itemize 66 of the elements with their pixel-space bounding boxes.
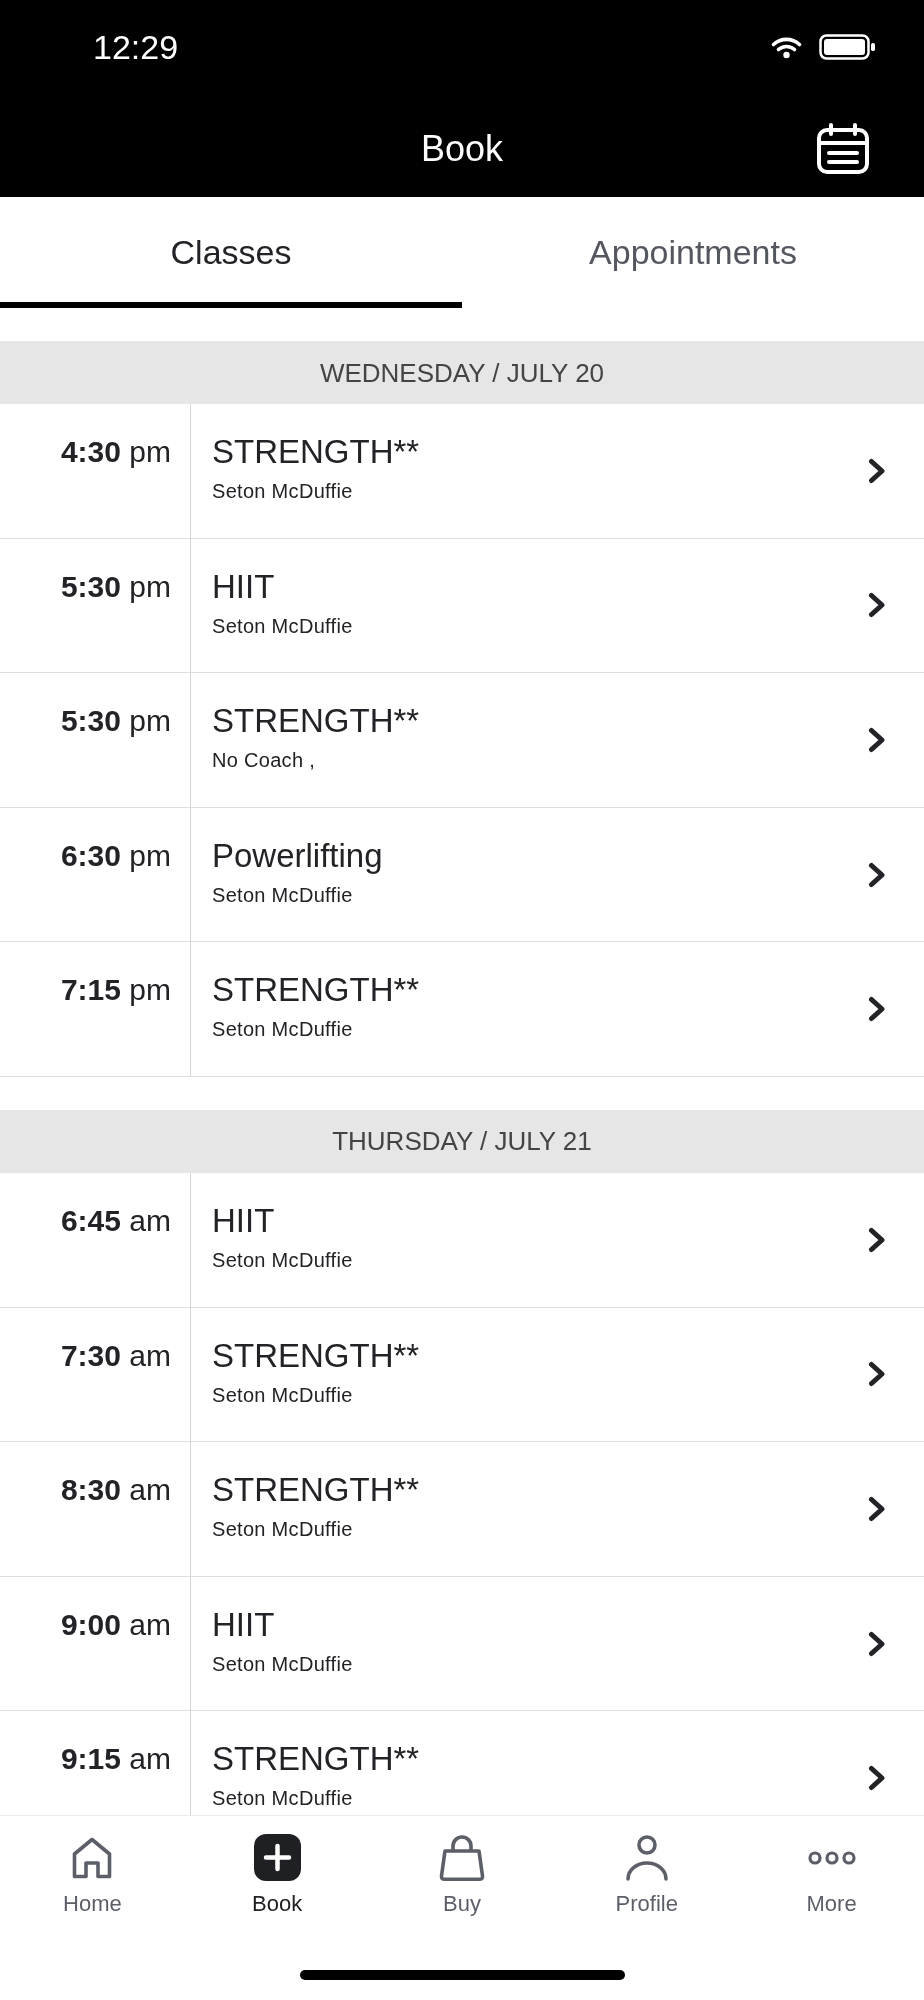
class-time: 6:45 am xyxy=(60,1203,171,1237)
class-row[interactable]: 7:15 pm STRENGTH** Seton McDuffie xyxy=(0,942,924,1077)
coach-name: Seton McDuffie xyxy=(212,1382,353,1407)
screen-title: Book xyxy=(420,126,504,171)
class-time: 5:30 pm xyxy=(60,704,171,738)
nav-tab[interactable]: Profile xyxy=(554,1816,740,1917)
class-time: 4:30 pm xyxy=(60,435,171,468)
class-name: STRENGTH** xyxy=(212,701,420,742)
class-name: HIIT xyxy=(212,1200,275,1241)
class-row[interactable]: 7:30 am STRENGTH** Seton McDuffie xyxy=(0,1307,924,1443)
coach-name: Seton McDuffie xyxy=(212,479,353,503)
nav-tab[interactable]: Home xyxy=(0,1816,185,1917)
coach-name: Seton McDuffie xyxy=(212,1651,353,1676)
class-name: Powerlifting xyxy=(212,835,383,876)
bag-icon xyxy=(439,1834,485,1881)
status-time: 12:29 xyxy=(93,27,179,67)
chevron-icon xyxy=(868,592,886,619)
home-icon xyxy=(72,1836,113,1879)
class-time: 9:00 am xyxy=(60,1607,171,1641)
coach-name: Seton McDuffie xyxy=(212,1517,353,1542)
chevron-icon xyxy=(868,727,886,753)
chevron-icon xyxy=(868,1630,886,1657)
class-name: STRENGTH** xyxy=(212,970,420,1011)
chevron-icon xyxy=(868,457,886,484)
class-row[interactable]: 5:30 pm HIIT Seton McDuffie xyxy=(0,538,924,674)
chevron-icon xyxy=(868,861,886,888)
class-time: 9:15 am xyxy=(60,1742,171,1776)
more-icon xyxy=(807,1850,856,1865)
class-name: STRENGTH** xyxy=(212,1335,420,1376)
chevron-icon xyxy=(868,996,886,1023)
chevron-icon xyxy=(868,1495,886,1522)
class-time: 8:30 am xyxy=(60,1473,171,1507)
coach-name: Seton McDuffie xyxy=(212,1247,353,1272)
class-row[interactable]: 8:30 am STRENGTH** Seton McDuffie xyxy=(0,1442,924,1577)
day-heading: WEDNESDAY / JULY 20 xyxy=(0,341,924,404)
nav-tab[interactable]: Buy xyxy=(369,1816,555,1917)
class-row[interactable]: 9:00 am HIIT Seton McDuffie xyxy=(0,1576,924,1712)
class-name: HIIT xyxy=(212,1604,275,1645)
class-row[interactable]: 5:30 pm STRENGTH** No Coach , xyxy=(0,673,924,808)
coach-name: Seton McDuffie xyxy=(212,882,353,907)
class-time: 6:30 pm xyxy=(60,838,171,872)
person-icon xyxy=(624,1834,669,1881)
class-row[interactable]: 6:30 pm Powerlifting Seton McDuffie xyxy=(0,807,924,943)
class-name: HIIT xyxy=(212,566,275,607)
day-heading: THURSDAY / JULY 21 xyxy=(0,1109,924,1173)
coach-name: Seton McDuffie xyxy=(212,1786,353,1811)
class-time: 7:15 pm xyxy=(60,973,171,1007)
plus-icon xyxy=(253,1834,301,1881)
class-row[interactable]: 6:45 am HIIT Seton McDuffie xyxy=(0,1172,924,1308)
chevron-icon xyxy=(868,1226,886,1253)
nav-tab[interactable]: Book xyxy=(184,1816,370,1917)
class-row[interactable]: 4:30 pm STRENGTH** Seton McDuffie xyxy=(0,404,924,539)
class-time: 5:30 pm xyxy=(60,569,171,603)
coach-name: Seton McDuffie xyxy=(212,1017,353,1042)
calendar-icon[interactable] xyxy=(816,122,870,175)
coach-name: No Coach , xyxy=(212,748,316,773)
coach-name: Seton McDuffie xyxy=(212,613,353,638)
class-name: STRENGTH** xyxy=(212,1470,420,1511)
chevron-icon xyxy=(868,1765,886,1792)
class-name: STRENGTH** xyxy=(212,1739,420,1780)
battery-icon xyxy=(819,34,876,60)
wifi-icon xyxy=(771,35,802,59)
chevron-icon xyxy=(868,1361,886,1388)
class-time: 7:30 am xyxy=(60,1338,171,1372)
class-name: STRENGTH** xyxy=(212,432,420,472)
nav-tab[interactable]: More xyxy=(739,1816,924,1917)
